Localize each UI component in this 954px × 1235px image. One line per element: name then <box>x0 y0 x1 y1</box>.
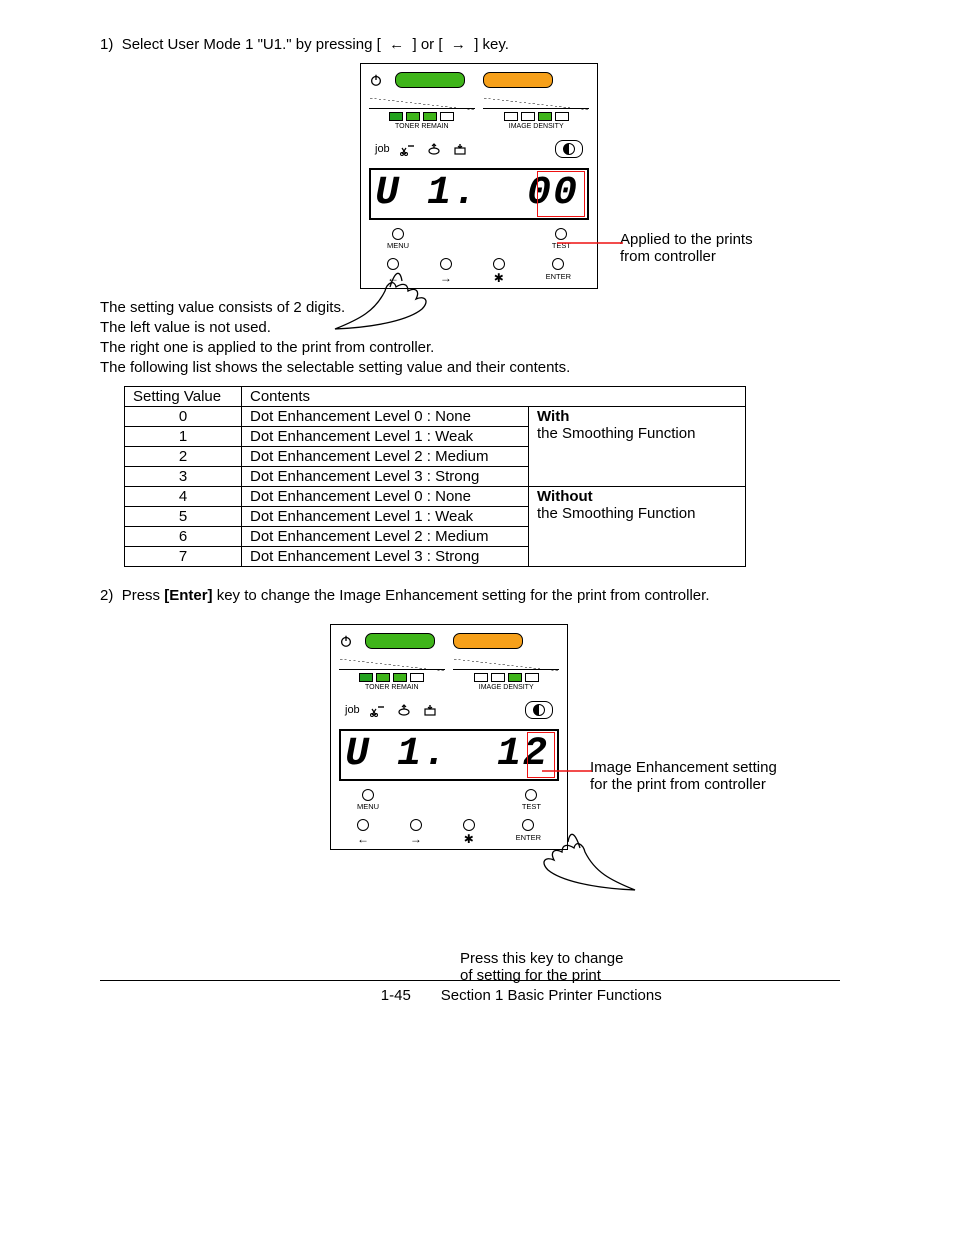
table-row: 4Dot Enhancement Level 0 : None Withoutt… <box>125 487 746 507</box>
roll-icon <box>426 142 442 156</box>
test-button[interactable]: TEST <box>552 228 571 250</box>
lcd-left: U 1. <box>371 174 483 214</box>
ready-led <box>395 72 465 88</box>
lcd-left: U 1. <box>341 735 453 775</box>
cut-icon <box>400 142 416 156</box>
step1-num: 1) <box>100 36 113 53</box>
right-arrow-icon: → <box>451 36 466 53</box>
step1-text1: Select User Mode 1 "U1." by pressing [ <box>122 36 381 53</box>
star-button[interactable]: ✱ <box>463 819 475 845</box>
step2-line: 2) Press [Enter] key to change the Image… <box>100 587 840 604</box>
menu-button[interactable]: MENU <box>357 789 379 811</box>
panel2-below-caption: Press this key to change of setting for … <box>460 950 623 984</box>
step2-num: 2) <box>100 587 113 604</box>
forward-button[interactable]: → <box>410 819 422 845</box>
ready-led <box>365 633 435 649</box>
job-label: job <box>375 143 390 155</box>
contrast-button[interactable] <box>525 701 553 719</box>
step1-line: 1) Select User Mode 1 "U1." by pressing … <box>100 36 840 53</box>
test-button[interactable]: TEST <box>522 789 541 811</box>
image-density-gauge: IMAGE DENSITY <box>483 96 589 130</box>
panel2-callout: Image Enhancement setting for the print … <box>590 759 777 793</box>
error-led <box>453 633 523 649</box>
panel1-callout: Applied to the prints from controller <box>620 231 753 265</box>
table-header-row: Setting Value Contents <box>125 387 746 407</box>
contrast-button[interactable] <box>555 140 583 158</box>
section-title: Section 1 Basic Printer Functions <box>441 987 662 1004</box>
page-number: 1-45 <box>100 987 441 1004</box>
job-label: job <box>345 704 360 716</box>
image-density-gauge: IMAGE DENSITY <box>453 657 559 691</box>
enter-button[interactable]: ENTER <box>546 258 571 284</box>
control-panel: TONER REMAIN IMAGE DENSITY job <box>360 63 598 289</box>
star-button[interactable]: ✱ <box>493 258 505 284</box>
power-icon <box>369 73 383 87</box>
highlight-box <box>537 171 585 217</box>
th-setting-value: Setting Value <box>125 387 242 407</box>
error-led <box>483 72 553 88</box>
lcd-display: U 1. 00 <box>369 168 589 220</box>
panel2-figure: TONER REMAIN IMAGE DENSITY job <box>330 624 910 850</box>
group-without: Withoutthe Smoothing Function <box>529 487 746 567</box>
step1-text2: ] or [ <box>412 36 442 53</box>
lcd-display: U 1. 12 <box>339 729 559 781</box>
panel1-figure: TONER REMAIN IMAGE DENSITY job <box>360 63 940 289</box>
indicator-row: job <box>339 701 559 719</box>
roll-icon <box>396 703 412 717</box>
description-block: The setting value consists of 2 digits. … <box>100 299 840 376</box>
menu-button[interactable]: MENU <box>387 228 409 250</box>
forward-button[interactable]: → <box>440 258 452 284</box>
th-contents: Contents <box>242 387 746 407</box>
back-button[interactable]: ← <box>387 258 399 284</box>
toner-remain-gauge: TONER REMAIN <box>339 657 445 691</box>
control-panel: TONER REMAIN IMAGE DENSITY job <box>330 624 568 850</box>
indicator-row: job <box>369 140 589 158</box>
group-with: Withthe Smoothing Function <box>529 407 746 487</box>
back-button[interactable]: ← <box>357 819 369 845</box>
output-icon <box>452 142 468 156</box>
left-arrow-icon: ← <box>389 36 404 53</box>
step1-text3: ] key. <box>474 36 509 53</box>
table-row: 0Dot Enhancement Level 0 : None Withthe … <box>125 407 746 427</box>
cut-icon <box>370 703 386 717</box>
setting-value-table: Setting Value Contents 0Dot Enhancement … <box>124 386 746 567</box>
toner-remain-gauge: TONER REMAIN <box>369 96 475 130</box>
enter-button[interactable]: ENTER <box>516 819 541 845</box>
power-icon <box>339 634 353 648</box>
output-icon <box>422 703 438 717</box>
